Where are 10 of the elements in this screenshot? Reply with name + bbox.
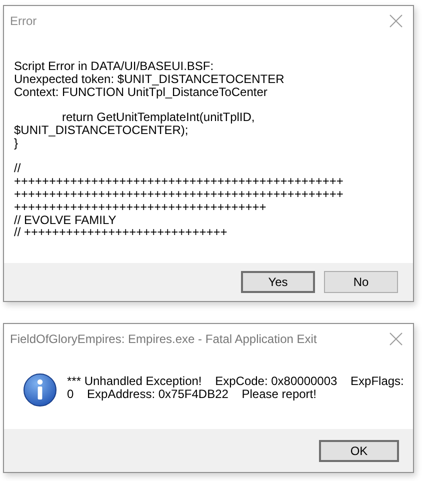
window-title: Error <box>10 14 37 28</box>
dialog-button[interactable]: OK <box>319 440 399 462</box>
dialog-button[interactable]: No <box>324 271 398 293</box>
close-icon[interactable] <box>389 332 403 346</box>
information-icon <box>23 373 57 407</box>
message-text: *** Unhandled Exception! ExpCode: 0x80000003 ExpFlags: 0 ExpAddress: 0x75F4DB22 Please report! <box>67 375 404 401</box>
window-title: FieldOfGloryEmpires: Empires.exe - Fatal Application Exit <box>10 332 317 346</box>
dialog-button[interactable]: Yes <box>241 271 315 293</box>
message-text: Script Error in DATA/UI/BASEUI.BSF: Unexpected token: $UNIT_DISTANCETOCENTER Context: FUNCTION UnitTpl_DistanceToCenter return GetUnitTemplateInt(unitTplID, $UNIT_DISTANCETOCENTER); } // +++++++++++++++++++++++++++++++++++++++++++++++ +++++++++++++++++++++++++++++++++++++++++++++++ ++++++++++++++++++++++++++++++++++++ // EVOLVE FAMILY // +++++++++++++++++++++++++++++ <box>14 60 344 240</box>
close-icon[interactable] <box>389 14 403 28</box>
